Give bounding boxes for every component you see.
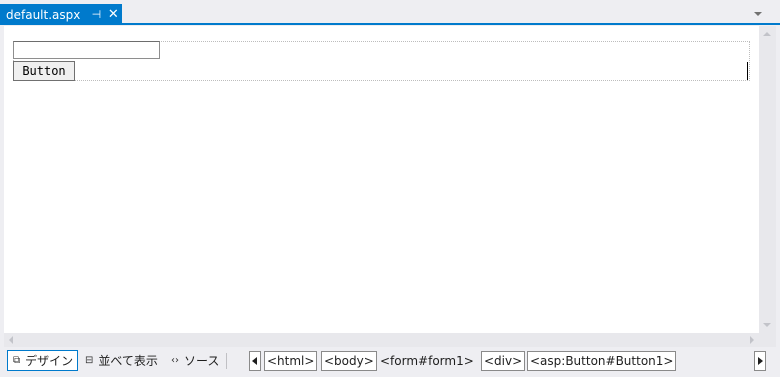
scroll-left-icon[interactable] — [9, 336, 13, 344]
document-tab[interactable]: default.aspx ⊣ ✕ — [0, 4, 122, 25]
breadcrumb-body[interactable]: <body> — [321, 351, 377, 371]
source-view-icon: ‹› — [171, 355, 179, 366]
tab-source[interactable]: ‹› ソース — [166, 350, 222, 371]
split-view-icon: ⊟ — [85, 355, 94, 366]
textbox-control[interactable] — [13, 41, 160, 59]
scroll-down-icon[interactable] — [763, 323, 771, 327]
close-icon[interactable]: ✕ — [107, 7, 119, 22]
document-tab-title: default.aspx — [6, 7, 81, 22]
tab-split[interactable]: ⊟ 並べて表示 — [80, 350, 160, 371]
design-surface[interactable]: Button — [4, 26, 759, 333]
breadcrumb-form[interactable]: <form#form1> — [378, 351, 476, 371]
horizontal-scrollbar[interactable] — [4, 333, 759, 347]
tab-source-label: ソース — [184, 354, 220, 368]
tab-split-label: 並べて表示 — [98, 354, 158, 368]
pin-icon[interactable]: ⊣ — [90, 8, 102, 21]
scrollbar-corner — [759, 333, 776, 347]
document-tab-strip: default.aspx ⊣ ✕ — [0, 0, 780, 25]
design-view-icon: ⧉ — [13, 355, 21, 366]
text-caret — [747, 62, 748, 80]
breadcrumb-html[interactable]: <html> — [264, 351, 318, 371]
breadcrumb-prev-button[interactable] — [249, 351, 261, 371]
asp-button-control[interactable]: Button — [13, 61, 75, 81]
scroll-up-icon[interactable] — [763, 32, 771, 36]
scroll-right-icon[interactable] — [750, 336, 754, 344]
tab-dropdown-icon[interactable] — [754, 12, 762, 16]
tab-accent-line — [0, 23, 780, 25]
vertical-scrollbar[interactable] — [759, 26, 776, 333]
view-separator — [226, 353, 227, 369]
breadcrumb-div[interactable]: <div> — [481, 351, 526, 371]
breadcrumb-asp-button[interactable]: <asp:Button#Button1> — [527, 351, 677, 371]
tab-design[interactable]: ⧉ デザイン — [7, 350, 78, 371]
breadcrumb-next-button[interactable] — [754, 351, 766, 371]
view-bar: ⧉ デザイン ⊟ 並べて表示 ‹› ソース <html> <body> <for… — [0, 347, 780, 377]
tab-design-label: デザイン — [25, 354, 74, 368]
